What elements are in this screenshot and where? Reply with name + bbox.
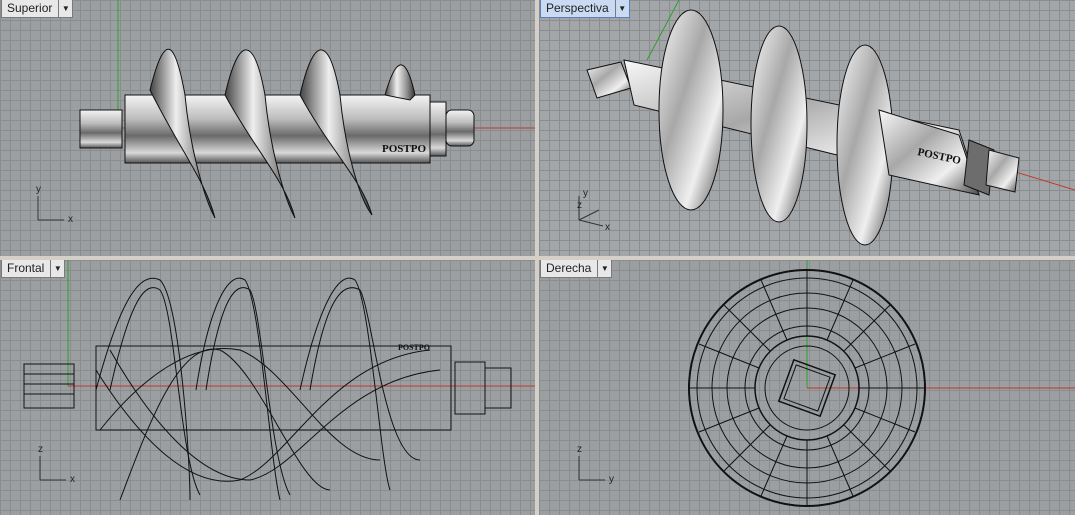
dropdown-arrow-icon[interactable]: ▼ xyxy=(614,0,629,17)
flight-1 xyxy=(658,9,724,211)
front-view-scene: POSTPO z x xyxy=(23,260,535,501)
shaft-end-right xyxy=(445,109,475,147)
viewport-title-right: Derecha xyxy=(546,261,592,275)
axis-label-v-persp: y xyxy=(583,188,588,199)
viewport-front[interactable]: Frontal ▼ POSTPO z x xyxy=(0,260,535,515)
viewport-title-perspective: Perspectiva xyxy=(546,1,609,15)
axis-label-v-front: z xyxy=(38,444,43,455)
shaft-end-right xyxy=(985,149,1020,193)
logo-text-front: POSTPO xyxy=(398,343,430,352)
shaft-end-left xyxy=(79,109,123,149)
axis-label-h-front: x xyxy=(70,474,75,485)
viewport-tab-perspective[interactable]: Perspectiva ▼ xyxy=(540,0,630,18)
dropdown-arrow-icon[interactable]: ▼ xyxy=(58,0,72,17)
top-view-scene: POSTPO y x xyxy=(36,0,535,225)
flight-tip xyxy=(384,64,416,101)
dropdown-arrow-icon[interactable]: ▼ xyxy=(597,260,611,277)
viewport-right[interactable]: Derecha ▼ z y xyxy=(539,260,1075,515)
viewport-title-top: Superior xyxy=(7,1,53,15)
axis-label-h-persp: x xyxy=(605,222,610,233)
right-view-scene: z y xyxy=(577,260,1075,507)
axis-label-d-persp: z xyxy=(577,200,582,211)
viewport-perspective[interactable]: Perspectiva ▼ POSTPO z y x xyxy=(539,0,1075,256)
viewport-tab-front[interactable]: Frontal ▼ xyxy=(1,260,66,278)
logo-text-top: POSTPO xyxy=(382,143,426,155)
viewport-title-front: Frontal xyxy=(7,261,45,275)
nut-right xyxy=(429,101,447,157)
wireframe-screw xyxy=(23,277,512,501)
flight-2 xyxy=(750,25,808,223)
viewport-top[interactable]: Superior ▼ POSTPO y x xyxy=(0,0,535,256)
axis-label-h-right: y xyxy=(609,474,614,485)
axis-label-v-right: z xyxy=(577,444,582,455)
viewport-tab-top[interactable]: Superior ▼ xyxy=(1,0,74,18)
dropdown-arrow-icon[interactable]: ▼ xyxy=(50,260,64,277)
perspective-scene: POSTPO z y x xyxy=(577,0,1075,246)
axis-label-v-top: y xyxy=(36,184,41,195)
shaft-end-left xyxy=(586,61,632,99)
axis-label-h-top: x xyxy=(68,214,73,225)
viewport-tab-right[interactable]: Derecha ▼ xyxy=(540,260,613,278)
